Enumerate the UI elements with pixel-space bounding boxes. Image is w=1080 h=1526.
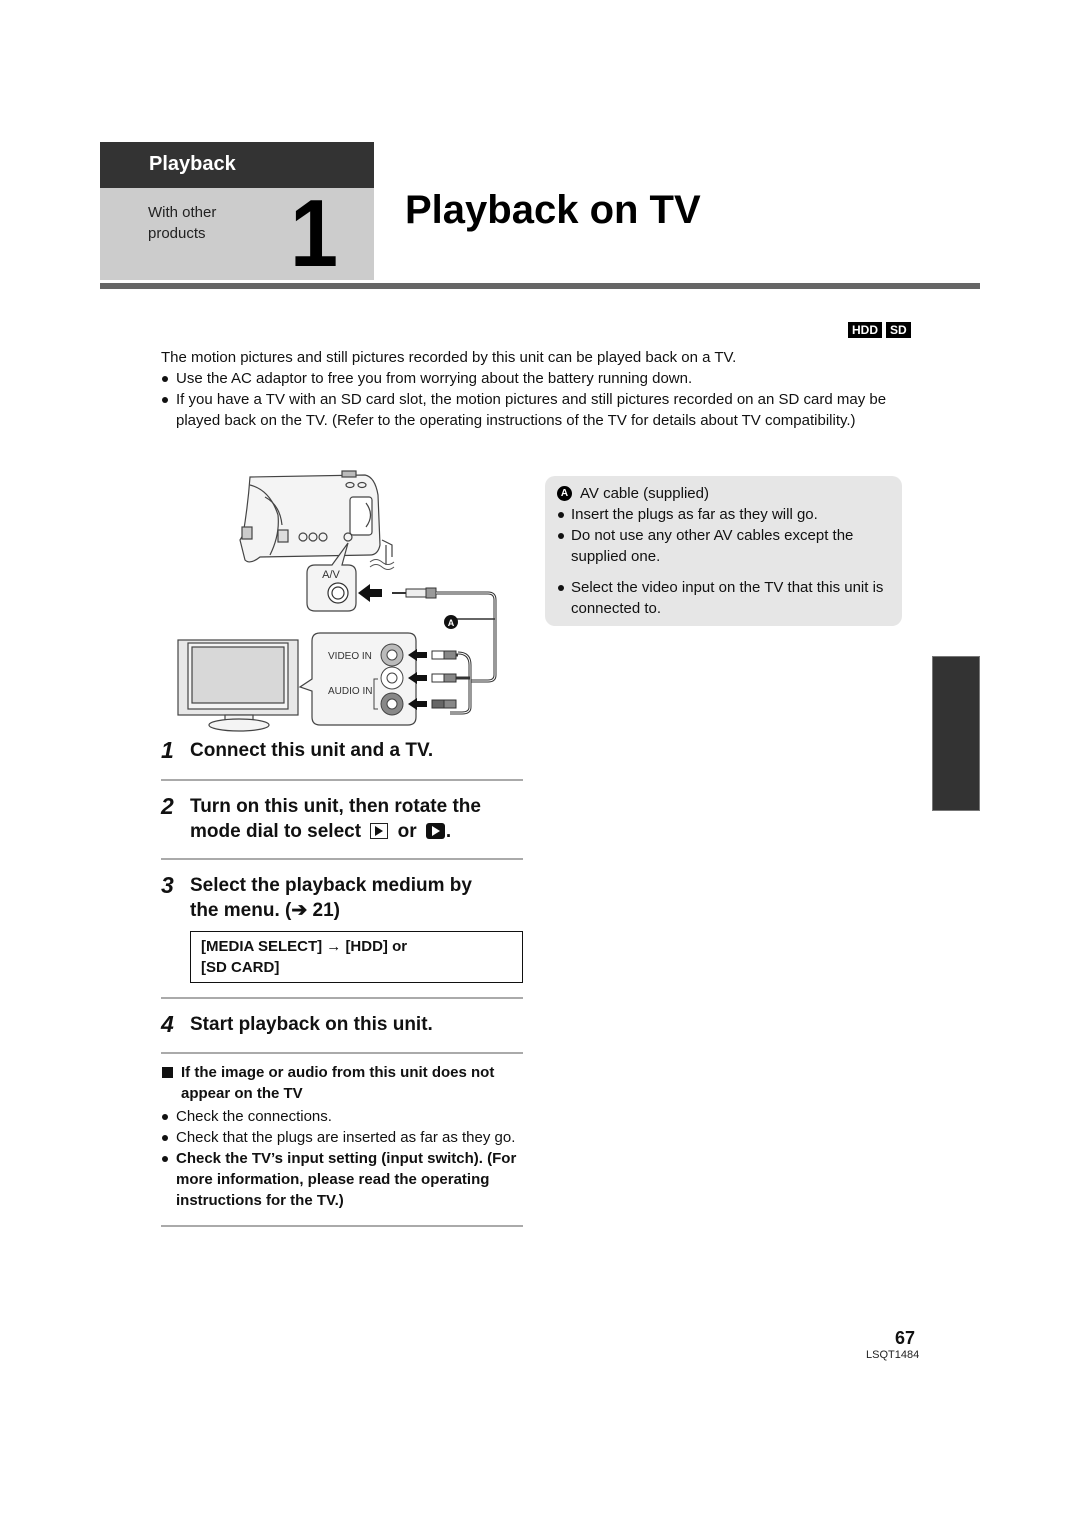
- intro-section: The motion pictures and still pictures r…: [161, 347, 921, 431]
- document-code: LSQT1484: [866, 1349, 920, 1361]
- marker-a-icon: A: [557, 486, 572, 501]
- step-divider: [161, 779, 523, 781]
- step-text-line1: Turn on this unit, then rotate the: [190, 796, 481, 817]
- step-number: 4: [161, 1011, 174, 1037]
- note-bullet: Select the video input on the TV that th…: [557, 577, 890, 619]
- step-number: 2: [161, 793, 174, 819]
- step-text-line2: mode dial to select or .: [190, 819, 523, 844]
- step-text: Start playback on this unit.: [190, 1014, 433, 1035]
- note-caption-text: AV cable (supplied): [580, 485, 709, 502]
- note-bullet: Insert the plugs as far as they will go.: [557, 504, 890, 525]
- intro-bullet: Use the AC adaptor to free you from worr…: [161, 368, 921, 389]
- section-number: 1: [290, 180, 339, 287]
- step-4: 4 Start playback on this unit.: [161, 1012, 523, 1037]
- step-2: 2 Turn on this unit, then rotate the mod…: [161, 794, 523, 844]
- section-end-divider: [161, 1225, 523, 1227]
- step-text-part: .: [445, 821, 452, 842]
- tv-icon: [177, 639, 299, 732]
- step-text: Connect this unit and a TV.: [190, 740, 434, 761]
- menu-path-line1: [MEDIA SELECT] → [HDD] or: [201, 938, 408, 955]
- step-number: 1: [161, 737, 174, 763]
- troubleshooting-section: If the image or audio from this unit doe…: [161, 1062, 523, 1211]
- video-in-label: VIDEO IN: [328, 651, 372, 662]
- note-bullet: Do not use any other AV cables except th…: [557, 525, 890, 567]
- troubleshooting-bullet: Check that the plugs are inserted as far…: [161, 1127, 523, 1148]
- intro-text: The motion pictures and still pictures r…: [161, 349, 737, 366]
- section-name: Playback: [149, 153, 236, 175]
- picture-playback-icon: [425, 823, 445, 839]
- audio-in-label: AUDIO IN: [328, 686, 372, 697]
- av-cable-note: A AV cable (supplied) Insert the plugs a…: [545, 476, 902, 626]
- menu-path-box: [MEDIA SELECT] → [HDD] or [SD CARD]: [190, 931, 523, 983]
- step-text-part: mode dial to select: [190, 821, 362, 842]
- section-tab-body: With other products 1: [100, 180, 374, 287]
- callout-a-label: A: [448, 618, 455, 628]
- title-divider: [100, 283, 980, 289]
- step-text-part: or: [397, 821, 417, 842]
- troubleshooting-bullet-bold: Check the TV’s input setting (input swit…: [161, 1148, 523, 1211]
- connection-diagram: A/V A VIDEO IN AUDIO IN: [170, 465, 510, 735]
- play-mode-icon: [370, 823, 389, 839]
- step-number: 3: [161, 872, 174, 898]
- section-subtitle-line1: With other: [148, 204, 217, 221]
- av-label: A/V: [322, 569, 340, 581]
- section-subtitle: With other products: [148, 202, 258, 244]
- page-number: 67: [895, 1328, 916, 1348]
- section-subtitle-line2: products: [148, 225, 206, 242]
- chapter-side-tab: [932, 656, 980, 811]
- step-text-line1: Select the playback medium by: [190, 875, 472, 896]
- page-title: Playback on TV: [405, 188, 701, 232]
- camcorder-icon: [239, 470, 393, 565]
- step-1: 1 Connect this unit and a TV.: [161, 738, 523, 763]
- troubleshooting-bullet: Check the connections.: [161, 1106, 523, 1127]
- note-caption: A AV cable (supplied): [557, 483, 890, 504]
- intro-bullet: If you have a TV with an SD card slot, t…: [161, 389, 921, 431]
- connection-diagram-svg: A/V A VIDEO IN AUDIO IN: [177, 470, 497, 732]
- arrow-icon: [358, 584, 382, 602]
- step-divider: [161, 997, 523, 999]
- media-badges: HDD SD: [848, 322, 911, 338]
- troubleshooting-heading: If the image or audio from this unit doe…: [161, 1062, 523, 1104]
- step-divider: [161, 1052, 523, 1054]
- step-divider: [161, 858, 523, 860]
- steps-section: 1 Connect this unit and a TV. 2 Turn on …: [161, 738, 523, 1227]
- step-3: 3 Select the playback medium by the menu…: [161, 873, 523, 923]
- menu-path-line2: [SD CARD]: [201, 959, 280, 976]
- sd-badge: SD: [886, 322, 911, 338]
- tv-jack-panel: VIDEO IN AUDIO IN: [298, 632, 417, 726]
- hdd-badge: HDD: [848, 322, 882, 338]
- step-text-line2: the menu. (➔ 21): [190, 900, 340, 921]
- rca-plugs: [408, 649, 470, 710]
